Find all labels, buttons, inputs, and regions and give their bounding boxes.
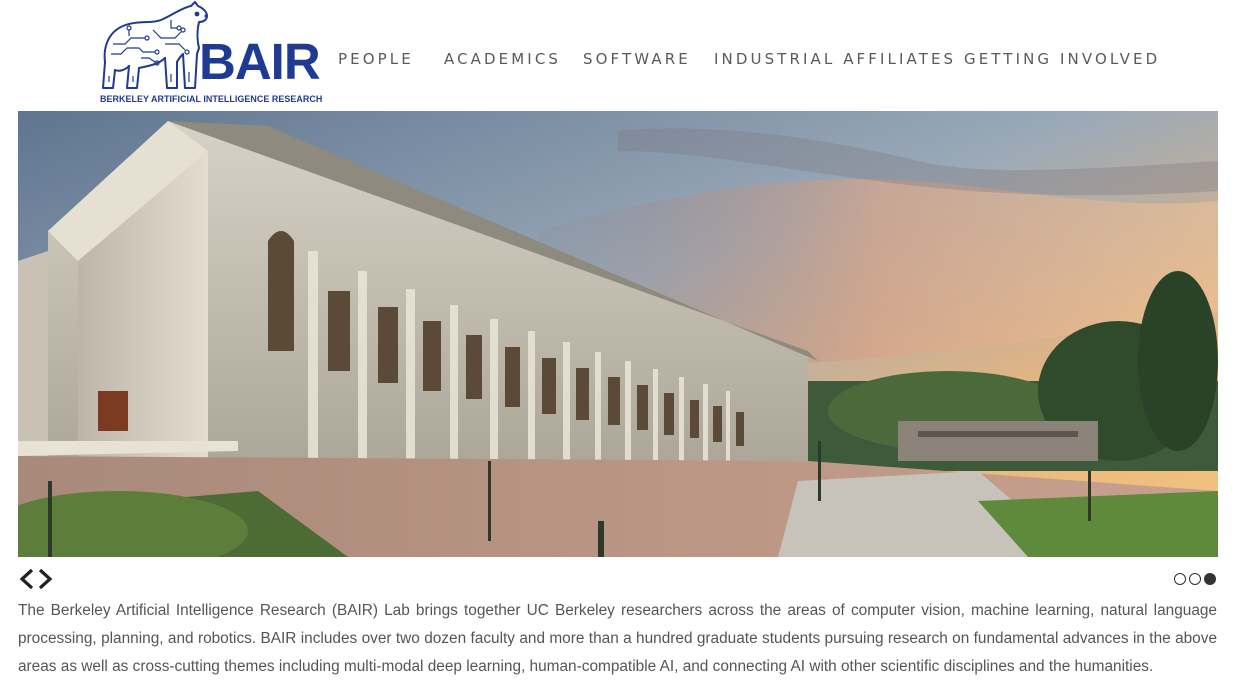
- carousel-indicators: [1173, 573, 1217, 587]
- nav-people[interactable]: PEOPLE: [338, 50, 414, 68]
- carousel-next-button[interactable]: [36, 568, 54, 590]
- carousel-dot-1[interactable]: [1174, 573, 1186, 585]
- nav-industrial-affiliates[interactable]: INDUSTRIAL AFFILIATES: [714, 50, 956, 68]
- nav-software[interactable]: SOFTWARE: [583, 50, 691, 68]
- nav-getting-involved[interactable]: GETTING INVOLVED: [964, 50, 1160, 68]
- carousel-prev-button[interactable]: [18, 568, 36, 590]
- campus-library-photo: [18, 111, 1218, 557]
- bear-circuit-logo-icon: [102, 1, 208, 89]
- nav-academics[interactable]: ACADEMICS: [444, 50, 561, 68]
- site-header: BAIR BERKELEY ARTIFICIAL INTELLIGENCE RE…: [0, 0, 1234, 111]
- main-nav: PEOPLE ACADEMICS SOFTWARE INDUSTRIAL AFF…: [0, 50, 1234, 72]
- carousel-dot-2[interactable]: [1189, 573, 1201, 585]
- logo-subtitle: BERKELEY ARTIFICIAL INTELLIGENCE RESEARC…: [100, 94, 323, 105]
- carousel-dot-3[interactable]: [1204, 573, 1216, 585]
- intro-paragraph: The Berkeley Artificial Intelligence Res…: [18, 602, 1217, 675]
- carousel-slide-image: [18, 111, 1218, 557]
